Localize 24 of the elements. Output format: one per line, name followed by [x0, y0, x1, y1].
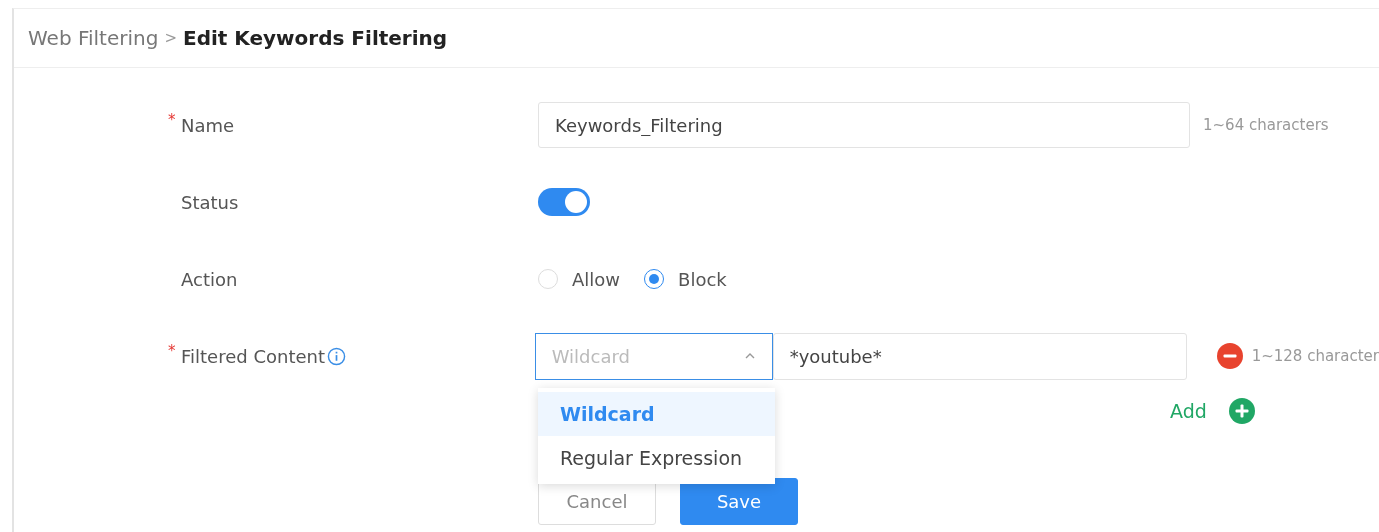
add-icon[interactable] [1228, 398, 1255, 424]
required-asterisk: * [168, 341, 177, 360]
field-label: Name [181, 114, 235, 136]
content-field[interactable]: *youtube* [772, 332, 1187, 380]
breadcrumb-separator: > [164, 29, 177, 47]
hint-text: 1~64 characters [1203, 116, 1329, 134]
radio-label[interactable]: Allow [572, 268, 621, 290]
name-field[interactable]: Keywords_Filtering [538, 102, 1190, 148]
page-title: Edit Keywords Filtering [183, 26, 448, 50]
save-button[interactable]: Save [680, 478, 798, 525]
dropdown-option[interactable]: Wildcard [538, 392, 775, 436]
hint-text: 1~128 character [1251, 347, 1379, 365]
info-icon[interactable] [327, 346, 346, 366]
required-asterisk: * [168, 110, 177, 129]
breadcrumb-link[interactable]: Web Filtering [28, 26, 159, 50]
add-link[interactable]: Add [1170, 400, 1207, 422]
caret-icon [743, 352, 756, 360]
radio-label[interactable]: Block [678, 268, 727, 290]
field-label: Filtered Content [181, 345, 325, 367]
dropdown-option[interactable]: Regular Expression [538, 436, 775, 480]
remove-icon[interactable] [1216, 343, 1243, 369]
field-label: Action [181, 268, 238, 290]
field-label: Status [181, 191, 239, 213]
status-toggle[interactable] [538, 188, 590, 216]
